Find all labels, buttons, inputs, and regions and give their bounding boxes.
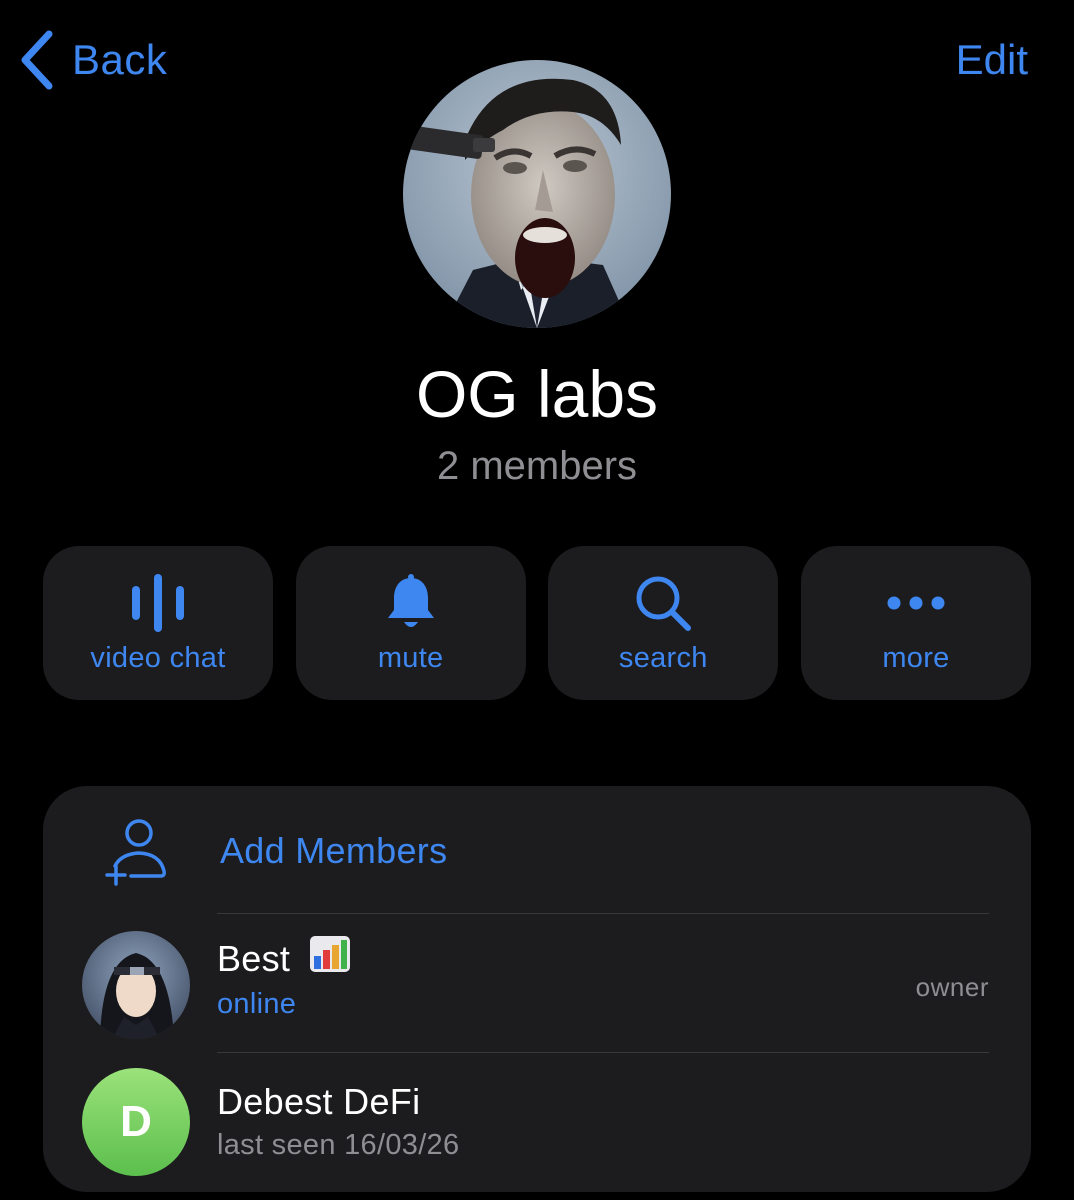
bell-icon [296, 574, 526, 632]
search-label: search [618, 642, 708, 674]
edit-button[interactable]: Edit [956, 36, 1028, 84]
video-chat-label: video chat [90, 642, 226, 674]
ellipsis-icon [801, 574, 1031, 632]
add-members-button[interactable]: Add Members [43, 786, 1031, 914]
voice-wave-icon [43, 574, 273, 632]
bar-chart-emoji-icon [310, 936, 351, 981]
group-title: OG labs [415, 357, 659, 431]
back-label: Back [72, 36, 168, 83]
chevron-left-icon [20, 30, 54, 90]
video-chat-button[interactable]: video chat [43, 546, 273, 700]
members-list: Add Members Best online owner D Debest D… [43, 786, 1031, 1192]
member-row-debest-defi[interactable]: D Debest DeFi last seen 16/03/26 [43, 1053, 1031, 1191]
mute-label: mute [377, 642, 444, 674]
group-avatar[interactable] [403, 60, 671, 328]
member-name: Best [217, 936, 351, 981]
add-members-label: Add Members [220, 830, 448, 871]
action-bar: video chat mute search more [43, 546, 1031, 700]
group-member-count: 2 members [436, 444, 638, 488]
back-button[interactable]: Back [20, 28, 167, 92]
more-label: more [882, 642, 950, 674]
magnifier-icon [548, 574, 778, 632]
member-status: online [217, 988, 297, 1020]
add-person-icon [103, 816, 169, 891]
member-row-best[interactable]: Best online owner [43, 914, 1031, 1052]
mute-button[interactable]: mute [295, 546, 526, 700]
member-status: last seen 16/03/26 [217, 1129, 460, 1161]
search-button[interactable]: search [548, 546, 779, 700]
member-role: owner [915, 972, 989, 1002]
avatar: D [82, 1068, 190, 1176]
member-name: Debest DeFi [217, 1081, 421, 1122]
avatar [82, 931, 190, 1039]
more-button[interactable]: more [800, 546, 1031, 700]
